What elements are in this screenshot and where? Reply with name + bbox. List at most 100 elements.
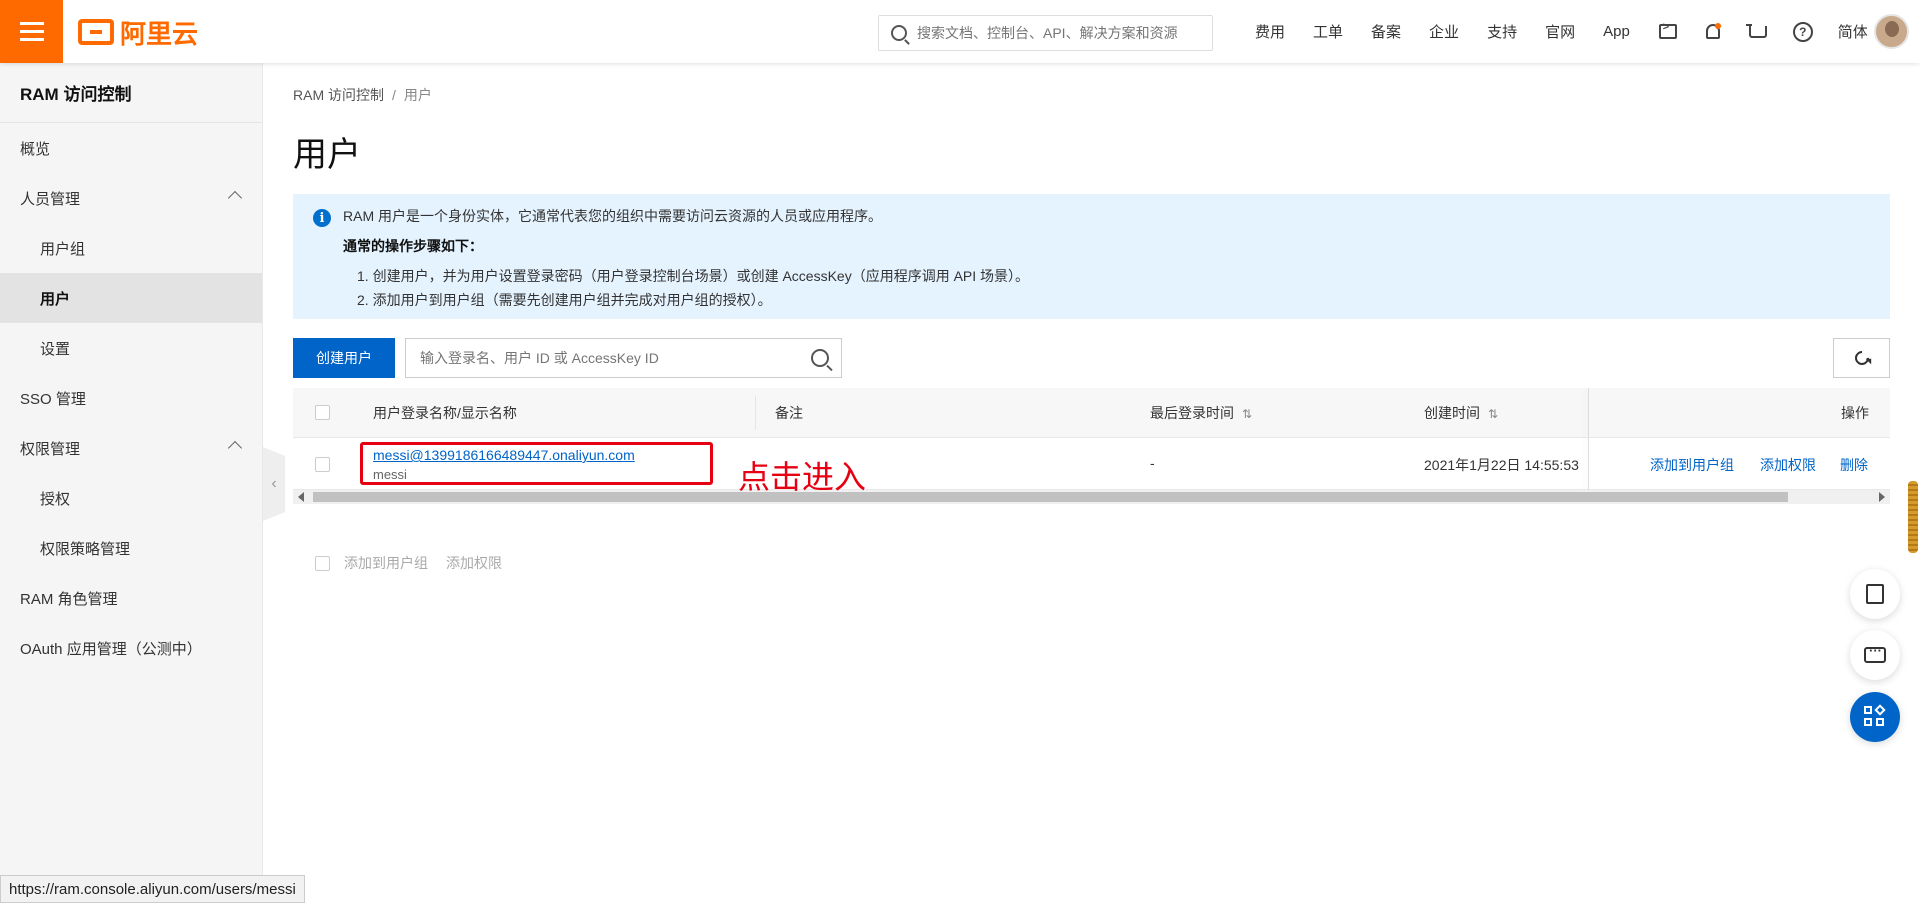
nav-official-site[interactable]: 官网 [1545, 21, 1575, 42]
col-header-ops: 操作 [1841, 405, 1869, 421]
nav-tickets[interactable]: 工单 [1313, 21, 1343, 42]
help-button[interactable]: ? [1792, 21, 1813, 42]
terminal-icon [1658, 21, 1677, 39]
chat-button[interactable] [1850, 630, 1900, 680]
sidebar-item-label: 权限策略管理 [40, 540, 131, 558]
col-header-name: 用户登录名称/显示名称 [373, 405, 517, 421]
chevron-left-icon: ‹ [271, 475, 277, 492]
sidebar-item-grants[interactable]: 授权 [0, 473, 262, 523]
sidebar-item-label: 设置 [40, 340, 71, 358]
aliyun-logo-icon [78, 19, 114, 45]
notice-step-2: 2. 添加用户到用户组（需要先创建用户组并完成对用户组的授权）。 [357, 292, 772, 308]
bulk-actions: 添加到用户组 添加权限 [315, 553, 520, 573]
menu-button[interactable] [0, 0, 63, 63]
document-edit-icon [1866, 584, 1884, 604]
sort-icon[interactable]: ⇅ [1242, 407, 1252, 421]
row-checkbox[interactable] [315, 457, 330, 472]
status-url-bar: https://ram.console.aliyun.com/users/mes… [0, 875, 305, 903]
scroll-right-icon[interactable] [1879, 492, 1885, 502]
apps-grid-icon [1864, 704, 1886, 728]
scroll-left-icon[interactable] [298, 492, 304, 502]
nav-fees[interactable]: 费用 [1255, 21, 1285, 42]
sidebar-item-label: RAM 角色管理 [20, 590, 118, 608]
sidebar-item-permissions[interactable]: 权限管理 [0, 423, 262, 473]
chevron-up-icon [227, 190, 243, 206]
sidebar-item-overview[interactable]: 概览 [0, 123, 262, 173]
col-header-created[interactable]: 创建时间 ⇅ [1424, 403, 1498, 423]
sidebar: RAM 访问控制 概览 人员管理 用户组 用户 设置 SSO 管理 权限管理 授… [0, 63, 263, 903]
info-notice: i RAM 用户是一个身份实体，它通常代表您的组织中需要访问云资源的人员或应用程… [293, 194, 1890, 319]
notice-step-1: 1. 创建用户，并为用户设置登录密码（用户登录控制台场景）或创建 AccessK… [357, 268, 1030, 284]
sidebar-item-oauth[interactable]: OAuth 应用管理（公测中） [0, 623, 262, 673]
top-bar: 阿里云 费用 工单 备案 企业 支持 官网 App ? 简体 [0, 0, 1920, 63]
delete-link[interactable]: 删除 [1840, 455, 1868, 475]
chat-icon [1864, 643, 1886, 663]
col-header-note: 备注 [775, 405, 803, 421]
scrollbar-thumb[interactable] [313, 492, 1788, 502]
notification-button[interactable] [1703, 22, 1723, 42]
col-header-label: 创建时间 [1424, 405, 1480, 421]
avatar[interactable] [1874, 14, 1909, 49]
sidebar-item-label: 概览 [20, 140, 51, 158]
notification-dot [1714, 23, 1721, 29]
add-to-group-link[interactable]: 添加到用户组 [1650, 455, 1734, 475]
sidebar-item-label: 用户组 [40, 240, 86, 258]
sidebar-item-users[interactable]: 用户 [0, 273, 262, 323]
hamburger-icon [19, 20, 44, 44]
cart-icon [1745, 23, 1767, 38]
sidebar-item-identity[interactable]: 人员管理 [0, 173, 262, 223]
create-user-button[interactable]: 创建用户 [293, 338, 395, 378]
col-header-last-login[interactable]: 最后登录时间 ⇅ [1150, 403, 1252, 423]
logo-text: 阿里云 [120, 18, 199, 49]
breadcrumb-current: 用户 [403, 87, 432, 103]
top-nav: 费用 工单 备案 企业 支持 官网 App ? 简体 [1255, 0, 1896, 63]
sidebar-item-roles[interactable]: RAM 角色管理 [0, 573, 262, 623]
sidebar-item-label: 权限管理 [20, 440, 81, 458]
chevron-up-icon [227, 440, 243, 456]
nav-enterprise[interactable]: 企业 [1429, 21, 1459, 42]
user-search-input[interactable] [420, 350, 800, 366]
vertical-scrollbar-thumb[interactable] [1908, 481, 1918, 553]
add-permission-link[interactable]: 添加权限 [1760, 455, 1816, 475]
nav-support[interactable]: 支持 [1487, 21, 1517, 42]
breadcrumb-root[interactable]: RAM 访问控制 [293, 87, 384, 103]
bulk-add-to-group[interactable]: 添加到用户组 [344, 553, 428, 573]
feedback-button[interactable] [1850, 569, 1900, 619]
user-search[interactable] [405, 338, 842, 378]
refresh-button[interactable] [1833, 338, 1890, 378]
select-all-checkbox[interactable] [315, 405, 330, 420]
col-header-label: 最后登录时间 [1150, 405, 1234, 421]
bulk-add-permission[interactable]: 添加权限 [446, 553, 502, 573]
apps-button[interactable] [1850, 692, 1900, 742]
sidebar-item-label: SSO 管理 [20, 390, 86, 408]
annotation-text: 点击进入 [738, 458, 867, 496]
notice-intro: RAM 用户是一个身份实体，它通常代表您的组织中需要访问云资源的人员或应用程序。 [343, 208, 882, 224]
sidebar-item-sso[interactable]: SSO 管理 [0, 373, 262, 423]
sidebar-item-groups[interactable]: 用户组 [0, 223, 262, 273]
created-cell: 2021年1月22日 14:55:53 [1424, 457, 1579, 473]
fixed-column-edge [1588, 388, 1589, 490]
sidebar-collapse-handle[interactable]: ‹ [263, 447, 285, 521]
language-switch[interactable]: 简体 [1838, 21, 1868, 42]
cloud-shell-button[interactable] [1658, 21, 1678, 42]
bulk-select-checkbox[interactable] [315, 555, 330, 571]
sidebar-item-label: OAuth 应用管理（公测中） [20, 640, 202, 658]
sidebar-item-label: 人员管理 [20, 190, 81, 208]
table-header: 用户登录名称/显示名称 备注 最后登录时间 ⇅ 创建时间 ⇅ 操作 [293, 388, 1890, 438]
nav-app[interactable]: App [1603, 23, 1630, 40]
bell-icon [1705, 23, 1721, 39]
sort-icon[interactable]: ⇅ [1488, 407, 1498, 421]
aliyun-logo[interactable]: 阿里云 [78, 14, 198, 50]
sidebar-item-policies[interactable]: 权限策略管理 [0, 523, 262, 573]
search-icon [891, 25, 907, 41]
horizontal-scrollbar[interactable] [293, 490, 1890, 504]
sidebar-item-settings[interactable]: 设置 [0, 323, 262, 373]
search-icon[interactable] [811, 349, 829, 367]
sidebar-item-label: 授权 [40, 490, 71, 508]
global-search[interactable] [878, 15, 1213, 51]
nav-filing[interactable]: 备案 [1371, 21, 1401, 42]
cart-button[interactable] [1745, 22, 1768, 42]
sidebar-item-label: 用户 [40, 290, 71, 308]
refresh-icon [1851, 348, 1872, 368]
global-search-input[interactable] [917, 25, 1202, 41]
